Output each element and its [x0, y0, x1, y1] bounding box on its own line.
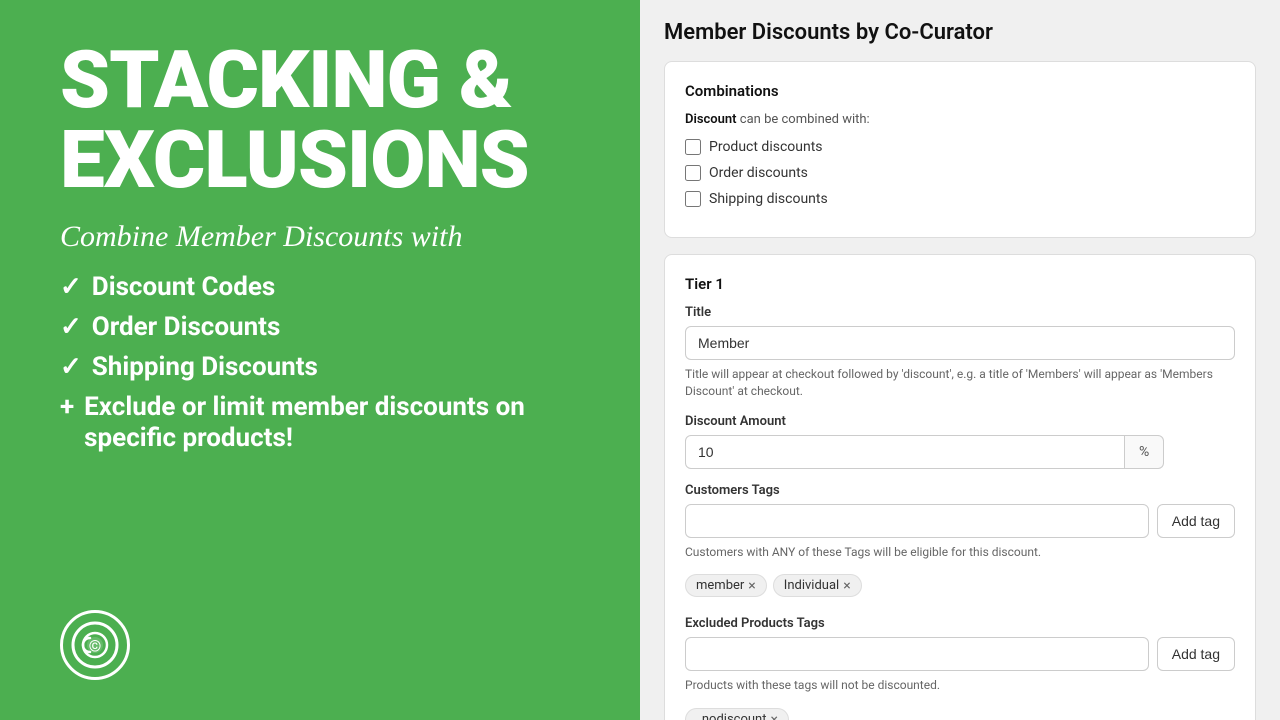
logo-area: ©	[60, 610, 580, 680]
combinations-description: Discount can be combined with:	[685, 112, 1235, 127]
check-icon-3: ✓	[60, 352, 82, 382]
checkbox-row-product: Product discounts	[685, 139, 1235, 155]
discount-amount-label: Discount Amount	[685, 414, 1235, 429]
combinations-suffix: can be combined with:	[740, 112, 870, 127]
customers-tags-container: member × Individual ×	[685, 574, 1235, 597]
customers-tags-hint: Customers with ANY of these Tags will be…	[685, 544, 1235, 561]
customer-tag-member-label: member	[696, 578, 744, 593]
checkbox-row-shipping: Shipping discounts	[685, 191, 1235, 207]
co-curator-logo: ©	[60, 610, 130, 680]
svg-text:©: ©	[89, 637, 102, 656]
excluded-products-label: Excluded Products Tags	[685, 616, 1235, 631]
plus-label: Exclude or limit member discounts on spe…	[84, 392, 580, 454]
customers-tags-label: Customers Tags	[685, 483, 1235, 498]
shipping-discounts-checkbox[interactable]	[685, 191, 701, 207]
discount-unit: %	[1125, 435, 1164, 469]
hero-line2: EXCLUSIONS	[60, 113, 529, 207]
customers-tag-input[interactable]	[685, 504, 1149, 538]
title-hint: Title will appear at checkout followed b…	[685, 366, 1235, 400]
order-discounts-checkbox[interactable]	[685, 165, 701, 181]
product-discounts-checkbox[interactable]	[685, 139, 701, 155]
feature-item-1: ✓ Discount Codes	[60, 272, 580, 302]
customer-tag-member-remove[interactable]: ×	[748, 579, 755, 593]
customer-tag-individual-label: Individual	[784, 578, 839, 593]
discount-bold: Discount	[685, 112, 737, 127]
feature-label-2: Order Discounts	[92, 312, 281, 342]
right-panel: Member Discounts by Co-Curator Combinati…	[640, 0, 1280, 720]
hero-title: STACKING & EXCLUSIONS	[60, 40, 580, 200]
discount-amount-input[interactable]	[685, 435, 1125, 469]
customers-tag-input-row: Add tag	[685, 504, 1235, 538]
customer-tag-individual: Individual ×	[773, 574, 862, 597]
order-discounts-label: Order discounts	[709, 165, 808, 181]
add-customer-tag-button[interactable]: Add tag	[1157, 504, 1235, 538]
customer-tag-individual-remove[interactable]: ×	[843, 579, 850, 593]
customer-tag-member: member ×	[685, 574, 767, 597]
excluded-tag-input-row: Add tag	[685, 637, 1235, 671]
add-excluded-tag-button[interactable]: Add tag	[1157, 637, 1235, 671]
combinations-card: Combinations Discount can be combined wi…	[664, 61, 1256, 238]
combinations-section-title: Combinations	[685, 82, 1235, 100]
discount-amount-row: %	[685, 435, 1235, 469]
shipping-discounts-label: Shipping discounts	[709, 191, 828, 207]
excluded-tag-nodiscount-remove[interactable]: ×	[770, 713, 777, 720]
left-panel: STACKING & EXCLUSIONS Combine Member Dis…	[0, 0, 640, 720]
title-field-label: Title	[685, 305, 1235, 320]
checkbox-row-order: Order discounts	[685, 165, 1235, 181]
subtitle: Combine Member Discounts with	[60, 220, 580, 254]
excluded-tags-container: _nodiscount ×	[685, 708, 1235, 720]
check-icon-1: ✓	[60, 272, 82, 302]
feature-item-2: ✓ Order Discounts	[60, 312, 580, 342]
excluded-tag-input[interactable]	[685, 637, 1149, 671]
excluded-tag-nodiscount-label: _nodiscount	[696, 712, 766, 720]
title-input[interactable]	[685, 326, 1235, 360]
product-discounts-label: Product discounts	[709, 139, 823, 155]
plus-icon: +	[60, 392, 74, 422]
tier-label: Tier 1	[685, 275, 1235, 293]
excluded-tag-nodiscount: _nodiscount ×	[685, 708, 789, 720]
excluded-products-hint: Products with these tags will not be dis…	[685, 677, 1235, 694]
feature-label-3: Shipping Discounts	[92, 352, 318, 382]
feature-label-1: Discount Codes	[92, 272, 275, 302]
page-title: Member Discounts by Co-Curator	[664, 20, 1256, 45]
feature-list: ✓ Discount Codes ✓ Order Discounts ✓ Shi…	[60, 272, 580, 454]
feature-item-3: ✓ Shipping Discounts	[60, 352, 580, 382]
check-icon-2: ✓	[60, 312, 82, 342]
feature-item-plus: + Exclude or limit member discounts on s…	[60, 392, 580, 454]
tier-card: Tier 1 Title Title will appear at checko…	[664, 254, 1256, 720]
